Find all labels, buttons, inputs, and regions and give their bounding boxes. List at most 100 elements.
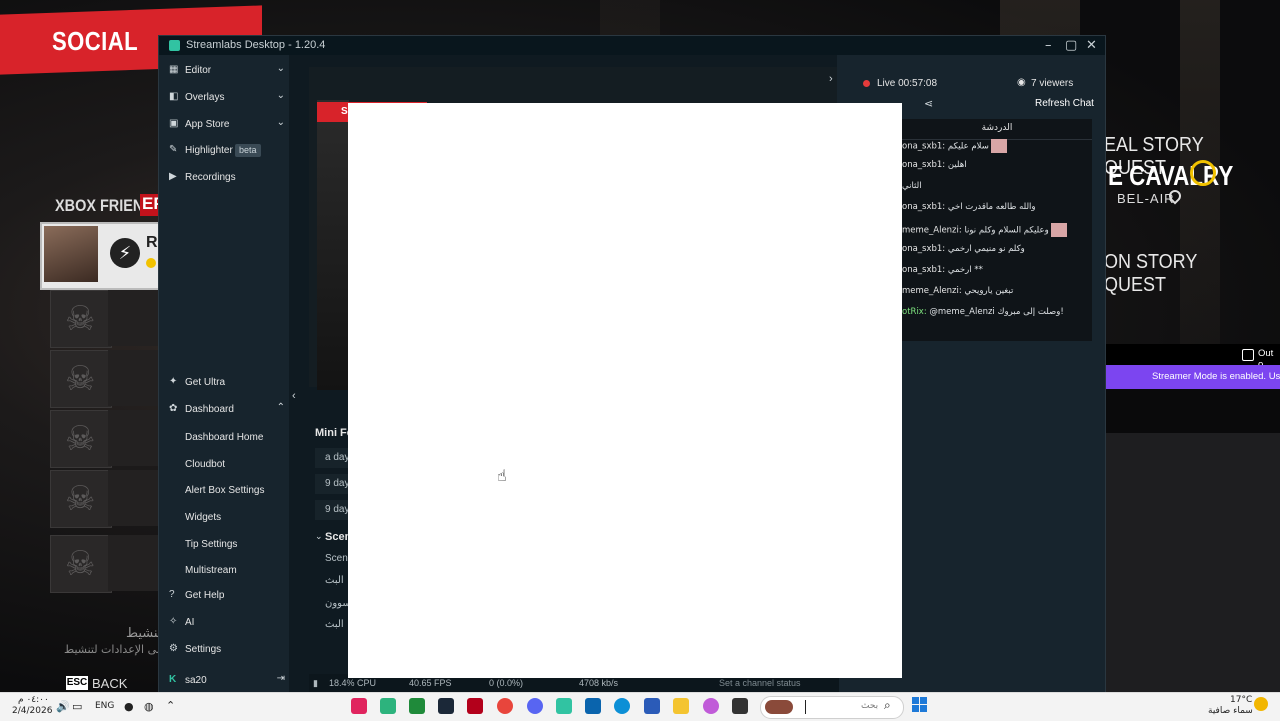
terminal-icon[interactable] [732, 698, 748, 714]
sun-icon [1254, 697, 1268, 711]
steam-icon[interactable] [438, 698, 454, 714]
store-icon[interactable] [644, 698, 660, 714]
chat-message: meme_Alenzi: تبغين يارويحي [902, 286, 1090, 296]
sidebar-item-widgets[interactable]: Widgets [185, 512, 221, 523]
app-icon[interactable] [351, 698, 367, 714]
recordings-icon: ▶ [169, 171, 177, 182]
chevron-left-icon[interactable]: ‹ [292, 390, 296, 402]
sidebar-item-recordings[interactable]: ▶ Recordings [169, 168, 285, 190]
game-icon[interactable] [467, 698, 483, 714]
eye-icon: ◉ [1017, 77, 1026, 88]
close-button[interactable]: ✕ [1086, 38, 1097, 53]
title-bar[interactable]: Streamlabs Desktop - 1.20.4 – ▢ ✕ [159, 36, 1105, 55]
clock-date[interactable]: 2/4/2026 [12, 706, 52, 716]
sidebar: ▦ Editor ⌄ ◧ Overlays ⌄ ▣ App Store ⌄ ✎ … [159, 55, 289, 693]
chat-box[interactable]: الدردشة ona_sxb1: سلام عليكم ona_sxb1: اه… [902, 119, 1092, 341]
friend-slot [108, 470, 160, 526]
chevron-up-icon: ⌃ [276, 402, 285, 413]
window-title: Streamlabs Desktop - 1.20.4 [186, 39, 326, 51]
sidebar-item-label: AI [185, 617, 195, 628]
streamlabs-taskbar-icon[interactable] [380, 698, 396, 714]
chrome-icon[interactable] [497, 698, 513, 714]
microphone-icon[interactable]: ● [124, 700, 134, 713]
sidebar-item-highlighter[interactable]: ✎ Highlighter beta [169, 141, 285, 163]
dashboard-icon: ✿ [169, 403, 178, 414]
volume-icon[interactable]: 🔊 [56, 700, 70, 713]
skull-icon [50, 290, 112, 348]
sidebar-item-label: Overlays [185, 92, 225, 103]
fps-stat: 40.65 FPS [409, 678, 452, 688]
refresh-chat-button[interactable]: Refresh Chat [1035, 98, 1094, 109]
sidebar-item-ai[interactable]: ✧ AI [169, 613, 285, 635]
sidebar-item-multistream[interactable]: Multistream [185, 565, 237, 576]
search-icon[interactable]: ⌕ [884, 698, 891, 713]
chat-username[interactable]: ona_sxb1: [902, 202, 945, 212]
search-placeholder: بحث [861, 701, 879, 711]
social-title: SOCIAL [52, 26, 139, 56]
sidebar-item-dashboard[interactable]: ✿ Dashboard ⌃ [169, 400, 285, 422]
chat-username[interactable]: ona_sxb1: [902, 244, 945, 254]
blank-modal[interactable] [348, 103, 902, 678]
sidebar-item-dashboard-home[interactable]: Dashboard Home [185, 432, 263, 443]
friend-slot [108, 535, 160, 591]
esc-key-icon: ESC [66, 676, 88, 690]
chevron-down-icon: ⌄ [276, 90, 285, 101]
chat-username[interactable]: ona_sxb1: [902, 142, 945, 152]
chevron-down-icon[interactable]: ⌄ [315, 531, 323, 542]
sidebar-item-user[interactable]: K sa20 ⇥ [169, 671, 285, 693]
sidebar-item-app-store[interactable]: ▣ App Store ⌄ [169, 115, 285, 137]
taskbar: ٠٤:٠٠ م 2/4/2026 🔊 ▭ ENG ● ◍ ⌃ بحث ⌕ 17°… [0, 692, 1280, 721]
live-timer: Live 00:57:08 [877, 78, 938, 89]
discord-icon[interactable] [527, 698, 543, 714]
sidebar-item-editor[interactable]: ▦ Editor ⌄ [169, 61, 285, 83]
chat-username[interactable]: ona_sxb1: [902, 265, 945, 275]
xbox-icon[interactable] [409, 698, 425, 714]
sidebar-item-tip-settings[interactable]: Tip Settings [185, 539, 237, 550]
gear-icon: ⚙ [169, 643, 178, 654]
logout-icon: ⇥ [276, 673, 285, 684]
weather-desc[interactable]: سماء صافية [1208, 706, 1253, 716]
sidebar-item-label: Editor [185, 65, 212, 76]
sidebar-item-overlays[interactable]: ◧ Overlays ⌄ [169, 88, 285, 110]
channel-status[interactable]: Set a channel status [719, 678, 801, 688]
search-input[interactable] [760, 696, 904, 719]
windows-start-icon[interactable] [912, 697, 928, 713]
outlook-icon[interactable] [585, 698, 601, 714]
chat-username[interactable]: ona_sxb1: [902, 160, 945, 170]
weather-temp[interactable]: 17°C [1230, 695, 1252, 705]
chat-username[interactable]: meme_Alenzi: [902, 286, 962, 296]
sidebar-item-get-ultra[interactable]: ✦ Get Ultra [169, 373, 285, 395]
app-icon[interactable] [556, 698, 572, 714]
maximize-button[interactable]: ▢ [1065, 38, 1077, 53]
sidebar-item-get-help[interactable]: ? Get Help [169, 586, 285, 608]
sidebar-item-settings[interactable]: ⚙ Settings [169, 640, 285, 662]
sidebar-item-alert-box-settings[interactable]: Alert Box Settings [185, 485, 264, 496]
clock-time[interactable]: ٠٤:٠٠ م [18, 695, 49, 705]
minimize-button[interactable]: – [1045, 38, 1052, 53]
copilot-icon[interactable] [703, 698, 719, 714]
chat-username[interactable]: otRix: [902, 307, 927, 317]
back-label[interactable]: BACK [92, 676, 127, 691]
chevron-right-icon[interactable]: › [829, 73, 833, 85]
stats-icon[interactable]: ▮ [313, 678, 318, 689]
chevron-up-icon[interactable]: ⌃ [166, 699, 175, 712]
chat-text: الثاني [902, 181, 922, 191]
scene-row[interactable]: البث [325, 575, 344, 586]
edge-icon[interactable] [614, 698, 630, 714]
location-label: BEL-AIR [1117, 191, 1175, 206]
network-icon[interactable]: ▭ [72, 700, 82, 713]
preview-image [317, 100, 349, 390]
scene-row[interactable]: سوون [325, 598, 351, 609]
sidebar-item-cloudbot[interactable]: Cloudbot [185, 459, 225, 470]
language-indicator[interactable]: ENG [95, 701, 114, 711]
friend-avatar [44, 226, 98, 282]
chat-username[interactable]: meme_Alenzi: [902, 226, 962, 236]
emote-icon [1050, 223, 1067, 237]
chat-header: الدردشة [902, 119, 1092, 140]
scene-row[interactable]: البث [325, 619, 344, 630]
sidebar-item-label: Get Help [185, 590, 225, 601]
chat-message: meme_Alenzi: وعليكم السلام وكلم نونا [902, 223, 1090, 237]
security-icon[interactable]: ◍ [144, 700, 154, 713]
share-icon[interactable]: ⋖ [924, 97, 933, 110]
folder-icon[interactable] [673, 698, 689, 714]
